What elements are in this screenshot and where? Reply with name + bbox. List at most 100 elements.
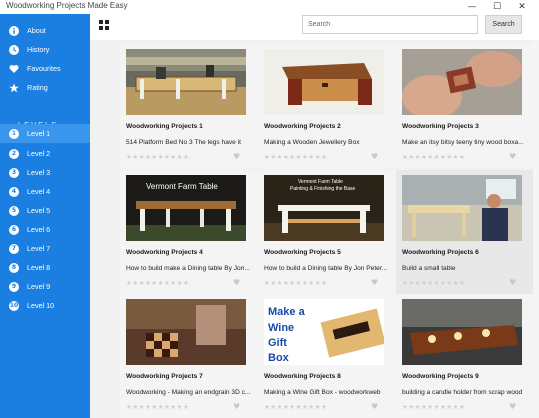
level-number-icon: 6 (9, 224, 19, 235)
sidebar-item-label: Level 7 (27, 244, 51, 253)
favourite-heart-icon[interactable]: ♥ (509, 402, 516, 411)
level-number-icon: 5 (9, 205, 19, 216)
sidebar-item-level-4[interactable]: 4 Level 4 (0, 182, 90, 201)
level-number-icon: 2 (9, 148, 19, 159)
thumbnail-caption: Vermont Farm Table (146, 182, 218, 191)
window-title: Woodworking Projects Made Easy (6, 1, 128, 10)
card-subtitle: Build a small table (402, 265, 456, 272)
project-card[interactable]: Woodworking Projects 3 Make an itsy bits… (396, 44, 534, 168)
card-title: Woodworking Projects 2 (264, 123, 341, 130)
favourite-heart-icon[interactable]: ♥ (371, 152, 378, 161)
card-subtitle: 514 Platform Bed No 3 The legs have it (126, 139, 241, 146)
sidebar-item-label: Level 4 (27, 187, 51, 196)
level-number-icon: 1 (9, 128, 19, 139)
card-title: Woodworking Projects 9 (402, 373, 479, 380)
rating-stars[interactable]: ★★★★★★★★★★ (264, 153, 327, 161)
sidebar-item-about[interactable]: About (0, 21, 90, 40)
svg-text:Make a: Make a (268, 306, 306, 318)
project-card[interactable]: Woodworking Projects 6 Build a small tab… (396, 170, 534, 294)
card-subtitle: Make an itsy bitsy teeny tiny wood boxa.… (402, 139, 524, 146)
card-title: Woodworking Projects 7 (126, 373, 203, 380)
project-card[interactable]: Woodworking Projects 2 Making a Wooden J… (258, 44, 396, 168)
svg-text:Vermont Farm Table: Vermont Farm Table (298, 179, 343, 185)
rating-stars[interactable]: ★★★★★★★★★★ (126, 279, 189, 287)
favourite-heart-icon[interactable]: ♥ (371, 278, 378, 287)
rating-stars[interactable]: ★★★★★★★★★★ (126, 153, 189, 161)
project-card[interactable]: Vermont Farm Table Woodworking Projects … (120, 170, 258, 294)
rating-stars[interactable]: ★★★★★★★★★★ (402, 403, 465, 411)
favourite-heart-icon[interactable]: ♥ (509, 152, 516, 161)
sidebar-item-label: Level 5 (27, 206, 51, 215)
main-content: Search Woodworking Projects 1 (90, 14, 539, 418)
project-thumbnail (402, 175, 522, 241)
sidebar-item-level-1[interactable]: 1 Level 1 (0, 124, 90, 143)
level-number-icon: 10 (9, 300, 19, 311)
search-button[interactable]: Search (485, 15, 522, 34)
sidebar-item-level-7[interactable]: 7 Level 7 (0, 239, 90, 258)
grid-view-icon[interactable] (99, 20, 109, 30)
project-card[interactable]: Make a Wine Gift Box Woodworking Project… (258, 294, 396, 418)
level-number-icon: 9 (9, 281, 19, 292)
project-thumbnail: Vermont Farm Table (126, 175, 246, 241)
svg-text:Gift: Gift (268, 337, 287, 349)
sidebar-item-rating[interactable]: Rating (0, 78, 90, 97)
title-bar: Woodworking Projects Made Easy — ☐ ✕ (0, 0, 539, 14)
sidebar: About History Favourites Rating LEVELS 1… (0, 14, 90, 418)
project-thumbnail: Vermont Farm Table Painting & Finishing … (264, 175, 384, 241)
vertical-scrollbar[interactable] (533, 40, 539, 418)
rating-stars[interactable]: ★★★★★★★★★★ (402, 279, 465, 287)
project-thumbnail: Make a Wine Gift Box (264, 299, 384, 365)
card-title: Woodworking Projects 8 (264, 373, 341, 380)
project-thumbnail (126, 299, 246, 365)
star-icon (9, 83, 19, 93)
rating-stars[interactable]: ★★★★★★★★★★ (126, 403, 189, 411)
favourite-heart-icon[interactable]: ♥ (233, 278, 240, 287)
project-thumbnail (264, 49, 384, 115)
sidebar-item-level-2[interactable]: 2 Level 2 (0, 144, 90, 163)
favourite-heart-icon[interactable]: ♥ (233, 152, 240, 161)
heart-icon (9, 64, 19, 74)
sidebar-item-label: History (27, 45, 50, 54)
card-title: Woodworking Projects 3 (402, 123, 479, 130)
sidebar-item-level-5[interactable]: 5 Level 5 (0, 201, 90, 220)
app-window: Woodworking Projects Made Easy — ☐ ✕ Abo… (0, 0, 539, 418)
card-subtitle: How to build a Dining table By Jon Peter… (264, 265, 388, 272)
sidebar-item-label: Favourites (27, 64, 61, 73)
minimize-button[interactable]: — (461, 0, 483, 14)
sidebar-item-level-8[interactable]: 8 Level 8 (0, 258, 90, 277)
favourite-heart-icon[interactable]: ♥ (371, 402, 378, 411)
rating-stars[interactable]: ★★★★★★★★★★ (264, 279, 327, 287)
card-title: Woodworking Projects 4 (126, 249, 203, 256)
search-input[interactable] (302, 15, 478, 34)
level-number-icon: 4 (9, 186, 19, 197)
card-subtitle: building a candle holder from scrap wood (402, 389, 523, 396)
sidebar-item-label: Level 2 (27, 149, 51, 158)
svg-text:Wine: Wine (268, 322, 294, 334)
sidebar-item-level-6[interactable]: 6 Level 6 (0, 220, 90, 239)
project-card[interactable]: Vermont Farm Table Painting & Finishing … (258, 170, 396, 294)
project-thumbnail (126, 49, 246, 115)
close-button[interactable]: ✕ (511, 0, 533, 14)
maximize-button[interactable]: ☐ (486, 0, 508, 14)
sidebar-item-favourites[interactable]: Favourites (0, 59, 90, 78)
sidebar-item-history[interactable]: History (0, 40, 90, 59)
rating-stars[interactable]: ★★★★★★★★★★ (264, 403, 327, 411)
project-card[interactable]: Woodworking Projects 7 Woodworking - Mak… (120, 294, 258, 418)
project-card[interactable]: Woodworking Projects 9 building a candle… (396, 294, 534, 418)
sidebar-item-level-3[interactable]: 3 Level 3 (0, 163, 90, 182)
level-number-icon: 7 (9, 243, 19, 254)
sidebar-item-label: Level 9 (27, 282, 51, 291)
favourite-heart-icon[interactable]: ♥ (233, 402, 240, 411)
history-icon (9, 44, 19, 55)
rating-stars[interactable]: ★★★★★★★★★★ (402, 153, 465, 161)
level-number-icon: 3 (9, 167, 19, 178)
sidebar-item-label: About (27, 26, 46, 35)
sidebar-item-level-9[interactable]: 9 Level 9 (0, 277, 90, 296)
card-title: Woodworking Projects 6 (402, 249, 479, 256)
project-card[interactable]: Woodworking Projects 1 514 Platform Bed … (120, 44, 258, 168)
favourite-heart-icon[interactable]: ♥ (509, 278, 516, 287)
sidebar-item-level-10[interactable]: 10 Level 10 (0, 296, 90, 315)
card-subtitle: Making a Wooden Jewellery Box (264, 139, 360, 146)
sidebar-item-label: Level 10 (27, 301, 55, 310)
sidebar-item-label: Level 6 (27, 225, 51, 234)
